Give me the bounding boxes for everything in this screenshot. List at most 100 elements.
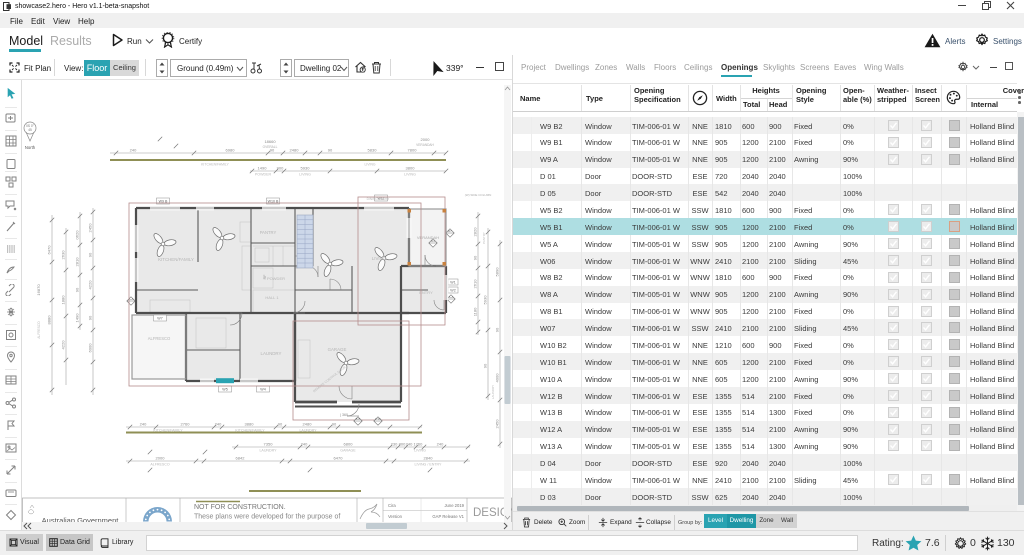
svg-text:90: 90: [332, 421, 337, 426]
svg-text:2610: 2610: [472, 279, 477, 289]
svg-text:LAUNDRY: LAUNDRY: [259, 449, 277, 453]
svg-text:5890: 5890: [494, 267, 499, 277]
svg-text:HALL 1: HALL 1: [265, 295, 279, 300]
svg-text:ALFRESCO: ALFRESCO: [148, 336, 171, 341]
svg-text:KITCHEN/FAMILY: KITCHEN/FAMILY: [158, 257, 194, 262]
svg-text:ALFRESCO: ALFRESCO: [37, 321, 41, 339]
svg-text:2810: 2810: [74, 257, 79, 267]
svg-text:4000: 4000: [494, 373, 499, 383]
svg-text:LIVING: LIVING: [364, 163, 375, 167]
svg-text:240: 240: [437, 441, 444, 446]
svg-text:8880: 8880: [46, 315, 51, 325]
svg-text:3880: 3880: [245, 421, 255, 426]
svg-text:6842: 6842: [236, 455, 246, 460]
svg-text:W2: W2: [450, 289, 455, 293]
svg-text:90: 90: [482, 363, 487, 368]
svg-text:90: 90: [278, 421, 283, 426]
svg-text:2480: 2480: [290, 147, 300, 152]
svg-text:5930: 5930: [482, 295, 487, 305]
svg-text:LIVING: LIVING: [372, 256, 387, 261]
svg-text:D7: D7: [448, 229, 452, 233]
svg-text:240: 240: [130, 147, 137, 152]
svg-text:ALFRESCO: ALFRESCO: [150, 463, 170, 467]
svg-text:KITCHEN/FAMILY: KITCHEN/FAMILY: [201, 163, 229, 167]
svg-text:90: 90: [87, 252, 92, 257]
svg-text:2480: 2480: [303, 421, 313, 426]
svg-text:7350: 7350: [264, 441, 274, 446]
svg-text:2840: 2840: [424, 455, 434, 460]
svg-text:W1: W1: [450, 281, 455, 285]
svg-text:DINING ENTRY: DINING ENTRY: [367, 197, 391, 201]
svg-text:90: 90: [270, 147, 275, 152]
svg-text:240: 240: [215, 421, 222, 426]
svg-text:| 360: | 360: [340, 413, 348, 417]
svg-text:2450: 2450: [494, 419, 499, 429]
svg-text:90: 90: [494, 327, 499, 332]
svg-text:230: 230: [391, 441, 398, 446]
svg-text:1490: 1490: [258, 165, 268, 170]
svg-text:5930: 5930: [301, 165, 311, 170]
svg-text:Version: Version: [388, 514, 403, 519]
svg-text:4220: 4220: [60, 340, 65, 350]
svg-text:(W) SIDE COLUMN: (W) SIDE COLUMN: [465, 193, 492, 197]
svg-text:LIVING: LIVING: [299, 173, 311, 177]
svg-text:RF: RF: [263, 274, 267, 280]
svg-text:90: 90: [74, 287, 79, 292]
svg-text:LAUNDRY: LAUNDRY: [491, 385, 495, 399]
svg-text:6470: 6470: [46, 245, 51, 255]
svg-text:45: 45: [28, 128, 32, 132]
svg-text:240: 240: [140, 421, 147, 426]
svg-text:June 2019: June 2019: [444, 503, 464, 508]
svg-text:2000: 2000: [156, 455, 166, 460]
svg-text:PANTRY: PANTRY: [482, 232, 486, 244]
svg-text:16870: 16870: [36, 284, 41, 296]
svg-text:6800: 6800: [344, 441, 354, 446]
svg-text:4220: 4220: [87, 280, 92, 290]
svg-text:1180: 1180: [472, 307, 477, 316]
svg-text:3800: 3800: [406, 165, 416, 170]
svg-text:PANTRY: PANTRY: [260, 230, 277, 235]
svg-text:These plans were developed for: These plans were developed for the purpo…: [194, 514, 340, 521]
svg-text:A-A: A-A: [449, 295, 454, 299]
svg-text:POWDER: POWDER: [267, 276, 285, 281]
svg-text:D19: D19: [375, 417, 381, 421]
svg-text:18660: 18660: [264, 139, 276, 144]
svg-text:6000: 6000: [87, 343, 92, 353]
svg-text:7800: 7800: [408, 147, 418, 152]
svg-text:90: 90: [472, 255, 477, 260]
svg-text:NOT FOR CONSTRUCTION.: NOT FOR CONSTRUCTION.: [194, 504, 286, 511]
svg-text:6470: 6470: [334, 455, 344, 460]
svg-text:2000: 2000: [421, 137, 431, 142]
svg-text:GARAGE: GARAGE: [328, 347, 347, 352]
svg-text:90: 90: [328, 147, 333, 152]
svg-text:2450: 2450: [87, 223, 92, 233]
svg-text:GAP Release V1: GAP Release V1: [432, 514, 464, 519]
svg-text:240: 240: [301, 441, 308, 446]
svg-text:POWDER: POWDER: [255, 173, 272, 177]
svg-text:1880: 1880: [60, 295, 65, 305]
svg-text:W5: W5: [222, 388, 227, 392]
svg-text:D1: D1: [431, 239, 435, 243]
svg-text:North: North: [25, 145, 36, 150]
svg-text:W4: W4: [260, 388, 265, 392]
svg-text:GARAGE: GARAGE: [340, 449, 356, 453]
svg-text:Cira: Cira: [388, 503, 396, 508]
svg-text:2760: 2760: [181, 421, 191, 426]
svg-text:1490: 1490: [74, 313, 79, 323]
svg-text:2820: 2820: [472, 227, 477, 237]
svg-text:B-B: B-B: [356, 417, 361, 421]
svg-text:6980: 6980: [226, 147, 236, 152]
svg-text:900: 900: [277, 165, 284, 170]
svg-text:W7: W7: [157, 317, 162, 321]
svg-text:LIVING: LIVING: [414, 449, 426, 453]
svg-text:240 1760: 240 1760: [406, 441, 423, 446]
svg-text:2630: 2630: [60, 250, 65, 260]
svg-text:0620: 0620: [74, 230, 79, 240]
svg-text:5830: 5830: [368, 147, 378, 152]
svg-text:LIVING: LIVING: [404, 173, 416, 177]
svg-text:90: 90: [87, 315, 92, 320]
svg-text:VERANDAH: VERANDAH: [416, 143, 434, 147]
svg-text:VERANDAH: VERANDAH: [417, 235, 439, 240]
svg-text:LIVING / ENTRY: LIVING / ENTRY: [415, 463, 442, 467]
svg-text:LAUNDRY: LAUNDRY: [261, 351, 282, 356]
